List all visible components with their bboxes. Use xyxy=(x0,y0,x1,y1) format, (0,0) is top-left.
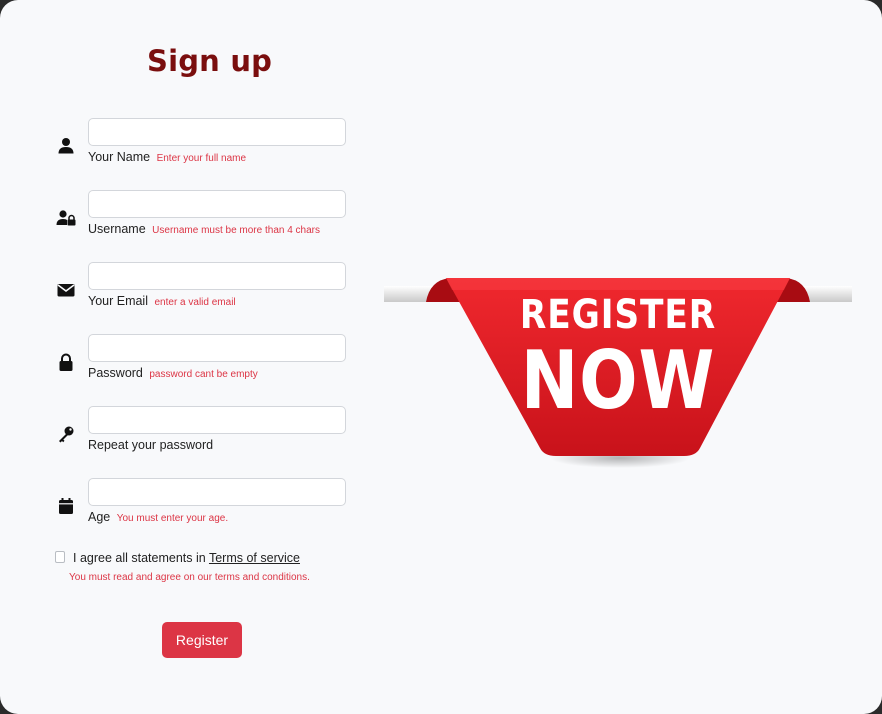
repeat-password-field-group: Repeat your password xyxy=(52,406,352,466)
password-label: Password xyxy=(88,366,143,380)
age-label-row: Age You must enter your age. xyxy=(88,510,228,524)
name-error: Enter your full name xyxy=(156,153,247,164)
username-label: Username xyxy=(88,222,146,236)
age-label: Age xyxy=(88,510,111,524)
email-label: Your Email xyxy=(88,294,148,308)
username-error: Username must be more than 4 chars xyxy=(152,225,321,236)
username-label-row: Username Username must be more than 4 ch… xyxy=(88,222,320,236)
banner-line-2: NOW xyxy=(520,334,716,427)
register-now-banner: REGISTER NOW xyxy=(384,262,852,472)
age-field-group: Age You must enter your age. xyxy=(52,478,352,538)
repeat-password-input[interactable] xyxy=(88,406,346,434)
name-label: Your Name xyxy=(88,150,151,164)
terms-row: I agree all statements in Terms of servi… xyxy=(55,551,300,565)
page-title: Sign up xyxy=(147,44,273,78)
signup-card: Sign up Your Name Enter your full name U… xyxy=(0,0,882,714)
age-input[interactable] xyxy=(88,478,346,506)
password-label-row: Password password cant be empty xyxy=(88,366,258,380)
terms-checkbox[interactable] xyxy=(55,551,65,563)
email-error: enter a valid email xyxy=(154,297,236,308)
age-error: You must enter your age. xyxy=(116,513,229,524)
password-field-group: Password password cant be empty xyxy=(52,334,352,394)
password-error: password cant be empty xyxy=(149,369,258,380)
repeat-password-label-row: Repeat your password xyxy=(88,438,213,452)
banner-line-1: REGISTER xyxy=(519,292,717,338)
calendar-icon xyxy=(56,496,76,516)
username-field-group: Username Username must be more than 4 ch… xyxy=(52,190,352,250)
repeat-password-label: Repeat your password xyxy=(88,438,214,452)
terms-text: I agree all statements in xyxy=(73,551,206,565)
name-input[interactable] xyxy=(88,118,346,146)
terms-of-service-link[interactable]: Terms of service xyxy=(209,551,300,565)
terms-error: You must read and agree on our terms and… xyxy=(69,572,310,583)
email-label-row: Your Email enter a valid email xyxy=(88,294,236,308)
lock-icon xyxy=(56,352,76,372)
username-input[interactable] xyxy=(88,190,346,218)
name-label-row: Your Name Enter your full name xyxy=(88,150,246,164)
password-input[interactable] xyxy=(88,334,346,362)
register-button[interactable]: Register xyxy=(162,622,242,658)
email-field-group: Your Email enter a valid email xyxy=(52,262,352,322)
email-input[interactable] xyxy=(88,262,346,290)
name-field-group: Your Name Enter your full name xyxy=(52,118,352,178)
envelope-icon xyxy=(56,280,76,300)
user-icon xyxy=(56,136,76,156)
user-lock-icon xyxy=(56,208,76,228)
key-icon xyxy=(56,424,76,444)
